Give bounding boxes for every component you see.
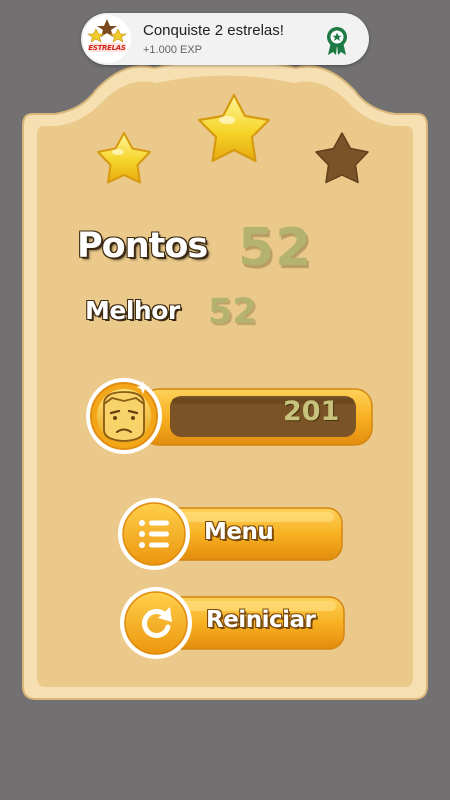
- coin-face-icon: [86, 378, 162, 454]
- toast-subtitle: +1.000 EXP: [143, 44, 203, 56]
- best-score-value: 52: [208, 292, 257, 332]
- toast-title: Conquiste 2 estrelas!: [143, 22, 284, 39]
- coins-value: 201: [283, 396, 340, 427]
- menu-button[interactable]: [118, 498, 344, 570]
- award-ribbon-icon: [327, 27, 347, 55]
- score-value: 52: [238, 218, 313, 278]
- score-label: Pontos: [77, 226, 208, 266]
- game-logo-text: ESTRELAS: [88, 44, 126, 52]
- result-board: [22, 59, 428, 700]
- best-score-label: Melhor: [85, 296, 180, 325]
- achievement-toast[interactable]: ESTRELAS Conquiste 2 estrelas! +1.000 EX…: [81, 13, 369, 65]
- game-logo: ESTRELAS: [83, 15, 131, 63]
- restart-button[interactable]: [120, 587, 346, 659]
